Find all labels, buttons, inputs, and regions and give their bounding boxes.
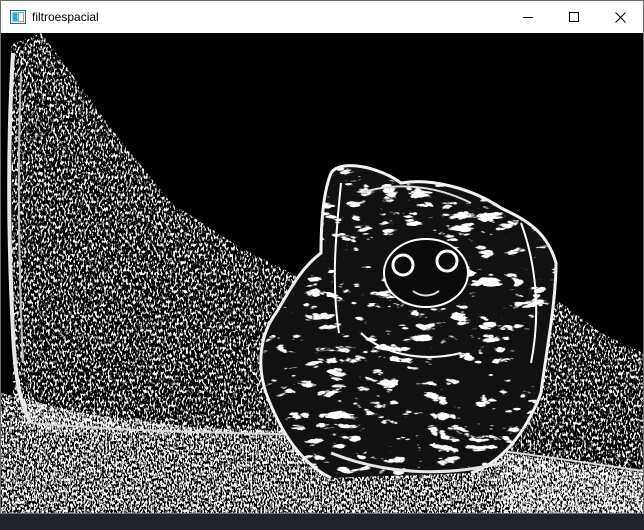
app-window: filtroespacial (0, 0, 644, 514)
window-app-icon (10, 10, 26, 24)
edge-filtered-figurine-image (1, 33, 643, 513)
minimize-icon (523, 12, 533, 22)
window-title: filtroespacial (32, 10, 99, 24)
title-bar[interactable]: filtroespacial (1, 1, 643, 33)
close-button[interactable] (597, 1, 643, 33)
maximize-icon (569, 12, 579, 22)
maximize-button[interactable] (551, 1, 597, 33)
image-canvas (1, 33, 643, 513)
minimize-button[interactable] (505, 1, 551, 33)
taskbar-strip (0, 514, 644, 530)
close-icon (614, 11, 626, 23)
